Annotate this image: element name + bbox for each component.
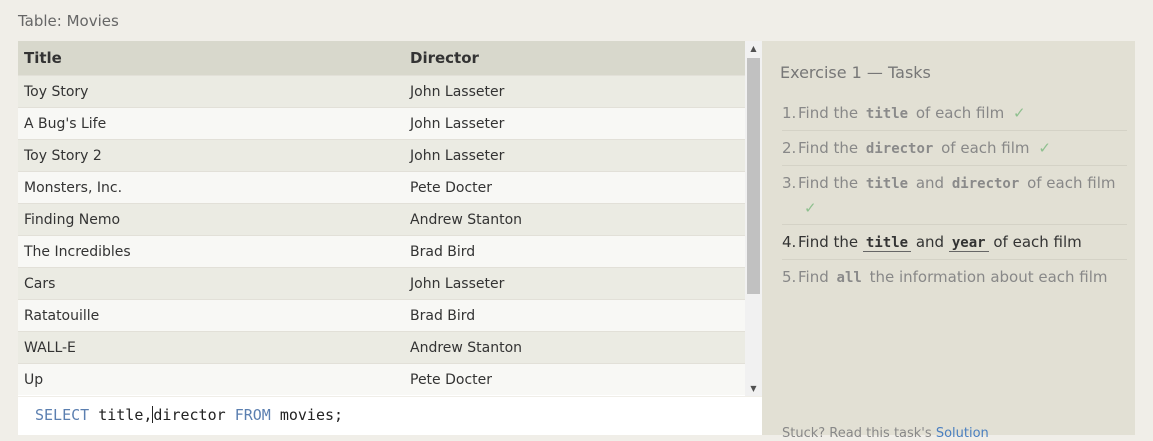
sql-editor[interactable]: SELECT title,director FROM movies; [18, 397, 762, 435]
results-table: Title Director Toy Story John Lasseter A … [18, 41, 745, 395]
table-row: Cars John Lasseter [18, 267, 745, 300]
exercise-title: Exercise 1 — Tasks [780, 63, 931, 82]
table-caption: Table: Movies [18, 12, 119, 30]
sql-columns-after-caret: director [153, 406, 235, 424]
cell-director: John Lasseter [404, 75, 745, 108]
cell-title: A Bug's Life [18, 107, 404, 140]
task-text: and [915, 174, 945, 192]
task-text: of each film [1027, 174, 1116, 192]
task-number: 2. [782, 139, 797, 157]
task-text: Find the [798, 139, 859, 157]
cell-title: Monsters, Inc. [18, 171, 404, 204]
task-text: of each film [993, 233, 1082, 251]
column-header-title: Title [18, 41, 404, 76]
table-row: Monsters, Inc. Pete Docter [18, 171, 745, 204]
exercise-panel: Exercise 1 — Tasks 1. Find the title of … [762, 41, 1135, 441]
cell-title: Toy Story 2 [18, 139, 404, 172]
cell-title: The Incredibles [18, 235, 404, 268]
task-number: 5. [782, 268, 797, 286]
results-table-container[interactable]: Title Director Toy Story John Lasseter A … [18, 41, 745, 396]
task-text: of each film [915, 104, 1005, 122]
scroll-thumb[interactable] [747, 58, 760, 294]
table-row: Finding Nemo Andrew Stanton [18, 203, 745, 236]
checkmark-icon: ✓ [1013, 104, 1026, 122]
task-number: 1. [782, 104, 797, 122]
cell-title: Up [18, 363, 404, 395]
scroll-up-arrow-icon[interactable]: ▲ [745, 41, 762, 56]
cell-director: Andrew Stanton [404, 203, 745, 236]
sql-keyword-from: FROM [234, 406, 271, 424]
checkmark-icon: ✓ [1038, 139, 1051, 157]
cell-title: Ratatouille [18, 299, 404, 332]
task-keyword: title [862, 235, 912, 252]
cell-director: Pete Docter [404, 171, 745, 204]
task-text: the information about each film [869, 268, 1108, 286]
task-text: Find the [798, 174, 859, 192]
sql-keyword-select: SELECT [35, 406, 90, 424]
cell-director: Brad Bird [404, 235, 745, 268]
table-row: Toy Story John Lasseter [18, 75, 745, 108]
table-row: A Bug's Life John Lasseter [18, 107, 745, 140]
cell-title: WALL-E [18, 331, 404, 364]
task-keyword: director [865, 141, 934, 157]
cell-director: Brad Bird [404, 299, 745, 332]
task-number: 4. [782, 233, 797, 251]
task-item-current: 4. Find the title and year of each film [782, 225, 1127, 260]
table-row: WALL-E Andrew Stanton [18, 331, 745, 364]
stuck-text: Stuck? Read this task's [782, 426, 932, 441]
task-number: 3. [782, 174, 797, 192]
task-keyword: title [865, 176, 909, 192]
task-keyword: all [836, 270, 862, 286]
sql-columns-before-caret: title, [89, 406, 153, 424]
task-keyword: year [948, 235, 989, 252]
task-text: and [915, 233, 945, 251]
table-header-row: Title Director [18, 41, 745, 76]
stuck-hint: Stuck? Read this task's Solution [782, 426, 989, 441]
task-item: 3. Find the title and director of each f… [782, 166, 1127, 225]
cell-director: Pete Docter [404, 363, 745, 395]
checkmark-icon: ✓ [804, 199, 817, 217]
sql-table-name: movies; [270, 406, 344, 424]
task-text: Find [798, 268, 829, 286]
cell-title: Finding Nemo [18, 203, 404, 236]
cell-director: John Lasseter [404, 139, 745, 172]
task-keyword: director [951, 176, 1020, 192]
column-header-director: Director [404, 41, 745, 76]
task-item: 1. Find the title of each film ✓ [782, 96, 1127, 131]
task-text: Find the [798, 104, 859, 122]
task-list: 1. Find the title of each film ✓ 2. Find… [782, 96, 1127, 294]
sql-query-line[interactable]: SELECT title,director FROM movies; [35, 406, 343, 424]
task-keyword: title [865, 106, 909, 122]
task-item: 2. Find the director of each film ✓ [782, 131, 1127, 166]
cell-title: Toy Story [18, 75, 404, 108]
cell-director: John Lasseter [404, 107, 745, 140]
table-scrollbar[interactable]: ▲ ▼ [745, 41, 762, 396]
table-row: Toy Story 2 John Lasseter [18, 139, 745, 172]
solution-link[interactable]: Solution [936, 426, 989, 441]
task-text: Find the [798, 233, 859, 251]
table-row: The Incredibles Brad Bird [18, 235, 745, 268]
table-row: Ratatouille Brad Bird [18, 299, 745, 332]
scroll-down-arrow-icon[interactable]: ▼ [745, 381, 762, 396]
cell-director: John Lasseter [404, 267, 745, 300]
cell-title: Cars [18, 267, 404, 300]
task-item: 5. Find all the information about each f… [782, 260, 1127, 294]
task-text: of each film [941, 139, 1030, 157]
table-row: Up Pete Docter [18, 363, 745, 395]
cell-director: Andrew Stanton [404, 331, 745, 364]
